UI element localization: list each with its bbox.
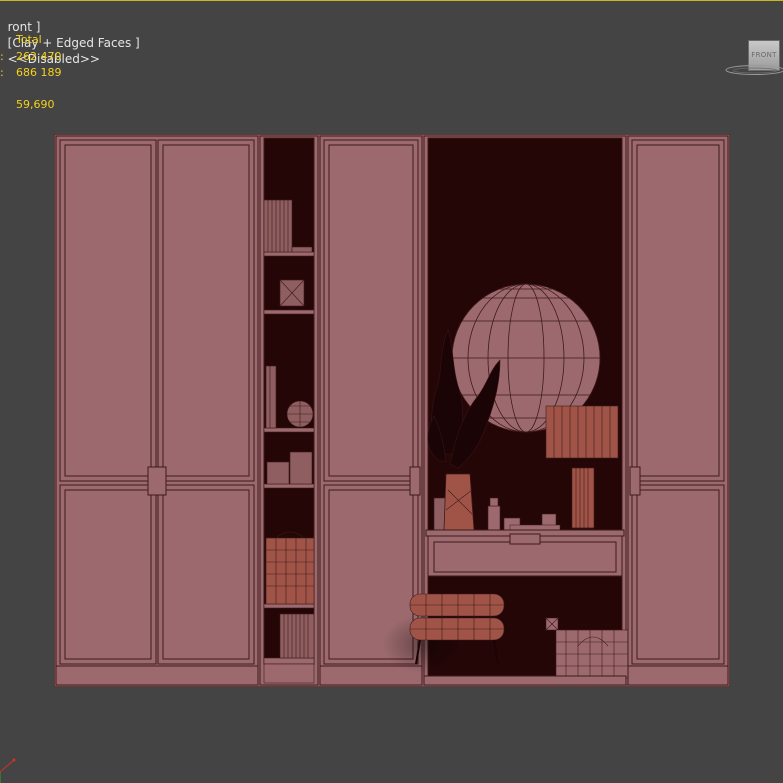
stats-polys-prefix: : [0,50,4,63]
stats-verts-value: 686 189 [16,66,62,79]
right-door [627,135,729,686]
world-axis-gizmo [0,758,16,783]
stats-polys-value: 262 470 [16,50,62,63]
stats-total-label: Total [16,33,42,46]
stats-verts-prefix: : [0,66,4,79]
tall-vase [443,473,475,531]
open-shelf-column [259,135,319,686]
stats-fps-value: 59,690 [16,98,55,111]
vanity-desk [425,529,625,577]
wardrobe-model[interactable] [54,134,730,687]
viewport-label[interactable]: ront ] [Clay + Edged Faces ] <<Disabled>… [0,3,140,66]
viewport-point-of-view-menu[interactable]: ront ] [8,20,41,34]
left-double-door [55,135,259,686]
viewcube-face-label: FRONT [751,51,777,59]
viewcube-ring[interactable] [722,60,783,76]
active-viewport-border [0,0,783,1]
center-door [319,135,423,686]
